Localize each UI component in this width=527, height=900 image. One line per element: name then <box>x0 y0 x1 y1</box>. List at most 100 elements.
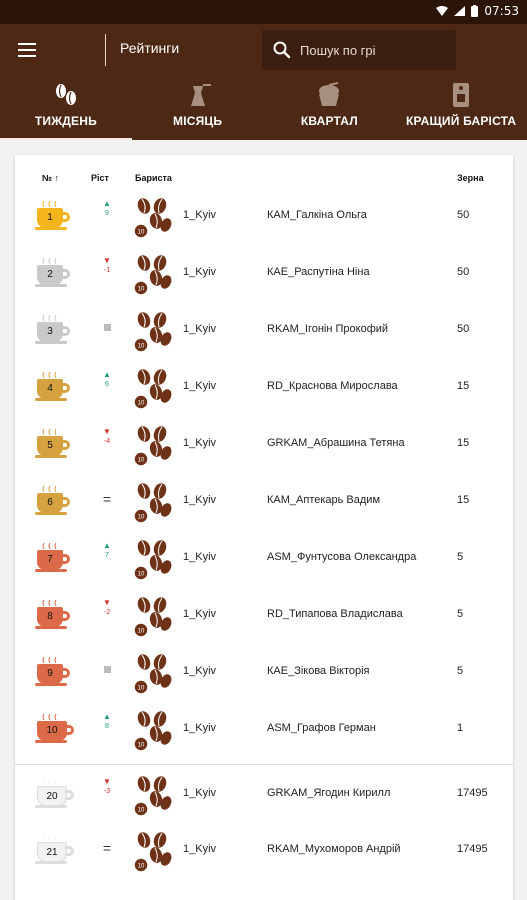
table-row[interactable]: 8 ▼ -2 10 1_Kyiv RD_Типапова Владислава … <box>15 586 513 643</box>
coffee-grinder-icon <box>319 82 340 106</box>
growth-indicator: ▲ 9 <box>95 199 119 219</box>
growth-indicator: = <box>95 833 119 863</box>
barista-region: 1_Kyiv <box>183 266 217 278</box>
coffee-machine-icon <box>453 83 470 107</box>
search-box[interactable] <box>262 30 456 70</box>
tab-week[interactable]: ТИЖДЕНЬ <box>0 76 132 140</box>
barista-name[interactable]: КАЕ_Распутіна Ніна <box>267 266 370 278</box>
cup-handle <box>61 212 70 222</box>
barista-name[interactable]: ASM_Фунтусова Олександра <box>267 551 416 563</box>
svg-text:10: 10 <box>138 864 145 870</box>
rank-number: 1 <box>37 208 63 228</box>
barista-region: 1_Kyiv <box>183 380 217 392</box>
barista-region: 1_Kyiv <box>183 437 217 449</box>
table-row[interactable]: 6 = 10 1_Kyiv КАМ_Аптекарь Вадим 15 <box>15 472 513 529</box>
steam-icon <box>42 657 57 663</box>
growth-indicator: ▼ -3 <box>95 777 119 797</box>
beans-count: 15 <box>457 494 470 506</box>
beans-count: 15 <box>457 437 470 449</box>
barista-name[interactable]: КАМ_Галкіна Ольга <box>267 209 367 221</box>
svg-text:10: 10 <box>138 401 145 407</box>
cup-handle <box>61 668 70 678</box>
table-row[interactable]: 7 ▲ 7 10 1_Kyiv ASM_Фунтусова Олександра… <box>15 529 513 586</box>
rank-cup: 10 <box>35 714 75 744</box>
rank-number: 6 <box>37 493 63 513</box>
barista-name[interactable]: КАМ_Аптекарь Вадим <box>267 494 380 506</box>
trend-up-icon: ▲ <box>103 370 111 379</box>
barista-name[interactable]: RD_Типапова Владислава <box>267 608 403 620</box>
growth-value: = <box>102 491 112 507</box>
table-row[interactable]: 9 10 1_Kyiv КАЕ_Зікова Вікторія 5 <box>15 643 513 700</box>
search-input[interactable] <box>300 42 450 58</box>
cup-handle <box>65 790 74 800</box>
column-header-growth[interactable]: Ріст <box>91 173 109 183</box>
tab-month-label: МІСЯЦЬ <box>173 114 223 128</box>
cup-saucer <box>35 626 67 629</box>
rank-number: 4 <box>37 379 63 399</box>
barista-name[interactable]: RKAM_Ігонін Прокофий <box>267 323 388 335</box>
rank-number: 20 <box>37 786 67 806</box>
menu-button[interactable] <box>14 38 40 62</box>
table-row[interactable]: 20 ▼ -3 10 1_Kyiv GRKAM_Ягодин Кирилл 17… <box>15 764 513 821</box>
svg-text:10: 10 <box>138 629 145 635</box>
coffee-bean-avatar-icon: 10 <box>133 312 172 353</box>
wifi-icon <box>436 6 449 16</box>
column-header-barista[interactable]: Бариста <box>135 173 172 183</box>
table-row[interactable]: 1 ▲ 9 10 1_Kyiv КАМ_Галкіна Ольга 50 <box>15 187 513 244</box>
rank-number: 10 <box>37 721 67 741</box>
coffee-bean-avatar-icon: 10 <box>133 654 172 695</box>
rank-number: 5 <box>37 436 63 456</box>
growth-value: -4 <box>103 438 111 445</box>
rank-number: 2 <box>37 265 63 285</box>
table-row[interactable]: 21 = 10 1_Kyiv RKAM_Мухоморов Андрій 174… <box>15 821 513 878</box>
no-change-icon <box>103 666 111 673</box>
cup-handle <box>61 554 70 564</box>
growth-indicator: ▲ 6 <box>95 370 119 390</box>
growth-value: 6 <box>105 381 109 388</box>
tab-best-barista-label: КРАЩИЙ БАРІСТА <box>405 114 517 128</box>
cup-saucer <box>35 683 67 686</box>
barista-name[interactable]: RD_Краснова Мирослава <box>267 380 398 392</box>
coffee-bean-avatar-icon: 10 <box>133 776 172 817</box>
rank-cup: 6 <box>35 486 75 516</box>
cup-handle <box>61 269 70 279</box>
beans-count: 5 <box>457 665 464 677</box>
rank-cup: 21 <box>35 835 75 865</box>
trend-up-icon: ▲ <box>103 541 111 550</box>
tab-quarter[interactable]: КВАРТАЛ <box>264 76 396 140</box>
coffee-bean-avatar-icon: 10 <box>133 369 172 410</box>
table-row[interactable]: 2 ▼ -1 10 1_Kyiv КАЕ_Распутіна Ніна 50 <box>15 244 513 301</box>
growth-indicator <box>95 313 119 336</box>
cup-saucer <box>35 805 67 808</box>
table-row[interactable]: 10 ▲ 8 10 1_Kyiv ASM_Графов Герман 1 <box>15 700 513 757</box>
table-row[interactable]: 3 10 1_Kyiv RKAM_Ігонін Прокофий 50 <box>15 301 513 358</box>
coffee-bean-avatar-icon: 10 <box>133 198 172 239</box>
tab-best-barista[interactable]: КРАЩИЙ БАРІСТА <box>395 76 527 140</box>
column-header-beans[interactable]: Зерна <box>457 173 484 183</box>
growth-value: -1 <box>103 267 111 274</box>
barista-name[interactable]: GRKAM_Ягодин Кирилл <box>267 787 390 799</box>
table-row[interactable]: 4 ▲ 6 10 1_Kyiv RD_Краснова Мирослава 15 <box>15 358 513 415</box>
coffee-bean-avatar-icon: 10 <box>133 426 172 467</box>
battery-icon <box>471 5 479 17</box>
column-header-rank[interactable]: № ↑ <box>42 173 59 183</box>
search-icon <box>273 41 291 59</box>
barista-region: 1_Kyiv <box>183 843 217 855</box>
svg-text:10: 10 <box>138 458 145 464</box>
barista-name[interactable]: GRKAM_Абрашина Тетяна <box>267 437 405 449</box>
rank-number: 21 <box>37 842 67 862</box>
tab-month[interactable]: МІСЯЦЬ <box>132 76 264 140</box>
svg-text:10: 10 <box>138 808 145 814</box>
steam-icon <box>42 714 57 720</box>
steam-icon <box>42 372 57 378</box>
rank-cup: 9 <box>35 657 75 687</box>
growth-value: = <box>102 840 112 856</box>
barista-name[interactable]: КАЕ_Зікова Вікторія <box>267 665 370 677</box>
barista-name[interactable]: RKAM_Мухоморов Андрій <box>267 843 401 855</box>
barista-name[interactable]: ASM_Графов Герман <box>267 722 376 734</box>
growth-value: 7 <box>105 552 109 559</box>
cup-saucer <box>35 861 67 864</box>
table-row[interactable]: 5 ▼ -4 10 1_Kyiv GRKAM_Абрашина Тетяна 1… <box>15 415 513 472</box>
rank-cup: 8 <box>35 600 75 630</box>
growth-indicator: ▲ 7 <box>95 541 119 561</box>
